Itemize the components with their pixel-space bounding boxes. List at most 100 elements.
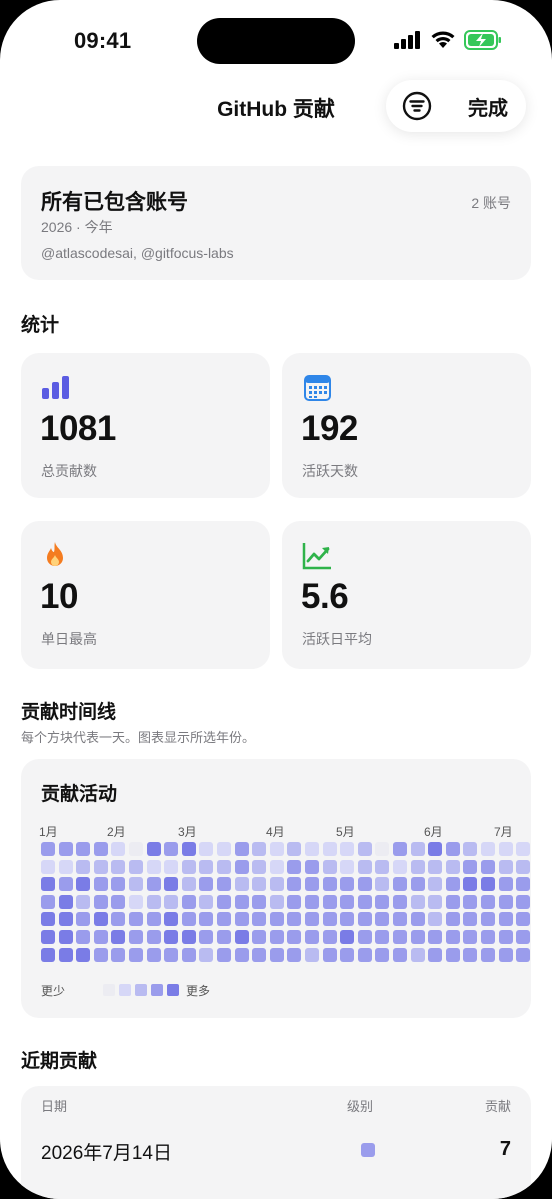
stat-card-active-days: 192 活跃天数 [282, 353, 531, 498]
heatmap-cell [375, 930, 390, 944]
stat-value: 5.6 [301, 577, 349, 616]
heatmap-cell [481, 859, 495, 874]
heatmap-cell [269, 894, 284, 909]
heatmap-cell [375, 947, 390, 962]
heatmap-cell [428, 894, 443, 909]
heatmap-cell [516, 894, 531, 909]
account-count: 2 账号 [471, 195, 511, 211]
heatmap-cell [269, 877, 284, 892]
heatmap-cell [217, 842, 231, 856]
legend-swatch [151, 984, 163, 996]
heatmap-cell [146, 947, 161, 962]
row-date: 2026年7月14日 [41, 1143, 172, 1164]
heatmap-cell [76, 894, 91, 909]
filter-icon[interactable] [402, 91, 432, 121]
heatmap-cell [322, 877, 337, 892]
heatmap-cell [498, 877, 513, 892]
heatmap-cell [217, 912, 231, 927]
heatmap-cell [428, 859, 443, 874]
heatmap-cell [445, 912, 460, 927]
heatmap-cell [340, 947, 355, 962]
heatmap-cell [76, 859, 91, 874]
stat-value: 1081 [40, 409, 116, 448]
heatmap-cell [305, 842, 319, 856]
heatmap-cell [375, 894, 390, 909]
month-label: 4月 [266, 825, 285, 839]
heatmap-cell [393, 894, 407, 909]
heatmap-cell [93, 877, 108, 892]
heatmap-cell [410, 947, 425, 962]
heatmap-cell [305, 859, 319, 874]
heatmap-cell [234, 947, 249, 962]
heatmap-cell [463, 930, 478, 944]
recent-section-title: 近期贡献 [21, 1051, 98, 1072]
heatmap-cell [481, 947, 495, 962]
heatmap-cell [129, 877, 143, 892]
heatmap-cell [111, 912, 126, 927]
heatmap-cell [516, 859, 531, 874]
done-button[interactable]: 完成 [468, 92, 508, 121]
account-card[interactable]: 所有已包含账号 2 账号 2026 · 今年 @atlascodesai, @g… [21, 166, 531, 280]
heatmap-cell [146, 842, 161, 856]
heatmap-cell [393, 859, 407, 874]
month-label: 1月 [39, 825, 58, 839]
heatmap-cell [129, 912, 143, 927]
stat-card-max-day: 10 单日最高 [21, 521, 270, 669]
col-header-level: 级别 [347, 1099, 374, 1114]
heatmap-cell [199, 859, 214, 874]
col-header-count: 贡献 [484, 1099, 511, 1114]
heatmap-cell [428, 912, 443, 927]
heatmap-card: 贡献活动 1月 2月 3月 4月 5月 6月 7月 更少 更多 [21, 759, 531, 1018]
heatmap-cell [41, 912, 55, 927]
status-icons [394, 30, 502, 50]
heatmap-cell [234, 877, 249, 892]
heatmap-cell [76, 842, 91, 856]
heatmap-cell [287, 859, 302, 874]
heatmap-cell [269, 859, 284, 874]
heatmap-cell [287, 930, 302, 944]
stat-value: 10 [40, 577, 78, 616]
month-label: 7月 [494, 825, 513, 839]
heatmap-cell [481, 842, 495, 856]
heatmap-cell [410, 842, 425, 856]
heatmap-cell [375, 912, 390, 927]
heatmap-cell [41, 842, 55, 856]
heatmap-cell [58, 859, 73, 874]
recent-table: 日期 级别 贡献 2026年7月14日 7 [21, 1086, 531, 1199]
stats-section-title: 统计 [21, 315, 60, 336]
heatmap-cell [428, 842, 443, 856]
wifi-icon [431, 31, 455, 48]
heatmap-cell [199, 930, 214, 944]
heatmap-cell [111, 877, 126, 892]
heatmap-cell [463, 912, 478, 927]
heatmap-cell [322, 930, 337, 944]
heatmap-cell [234, 912, 249, 927]
heatmap-cell [93, 947, 108, 962]
heatmap-cell [428, 930, 443, 944]
heatmap-cell [516, 930, 531, 944]
heatmap-cell [252, 930, 267, 944]
timeline-subtitle: 每个方块代表一天。图表显示所选年份。 [21, 730, 256, 745]
heatmap-cell [305, 912, 319, 927]
heatmap-cell [164, 877, 179, 892]
legend-swatch [167, 984, 179, 996]
heatmap-cell [111, 894, 126, 909]
heatmap-cell [58, 894, 73, 909]
heatmap-cell [481, 930, 495, 944]
heatmap-cell [111, 842, 126, 856]
heatmap-cell [445, 877, 460, 892]
heatmap-cell [164, 842, 179, 856]
heatmap-cell [111, 947, 126, 962]
heatmap-cell [199, 894, 214, 909]
heatmap-cell [287, 947, 302, 962]
heatmap-cell [445, 930, 460, 944]
battery-charging-icon [464, 30, 501, 50]
heatmap-cell [393, 912, 407, 927]
stat-label: 活跃天数 [302, 463, 358, 479]
heatmap-cell [58, 947, 73, 962]
trend-up-icon [302, 543, 331, 570]
heatmap-cell [252, 877, 267, 892]
heatmap-cell [516, 947, 531, 962]
heatmap-cell [516, 912, 531, 927]
stat-label: 单日最高 [41, 631, 97, 647]
